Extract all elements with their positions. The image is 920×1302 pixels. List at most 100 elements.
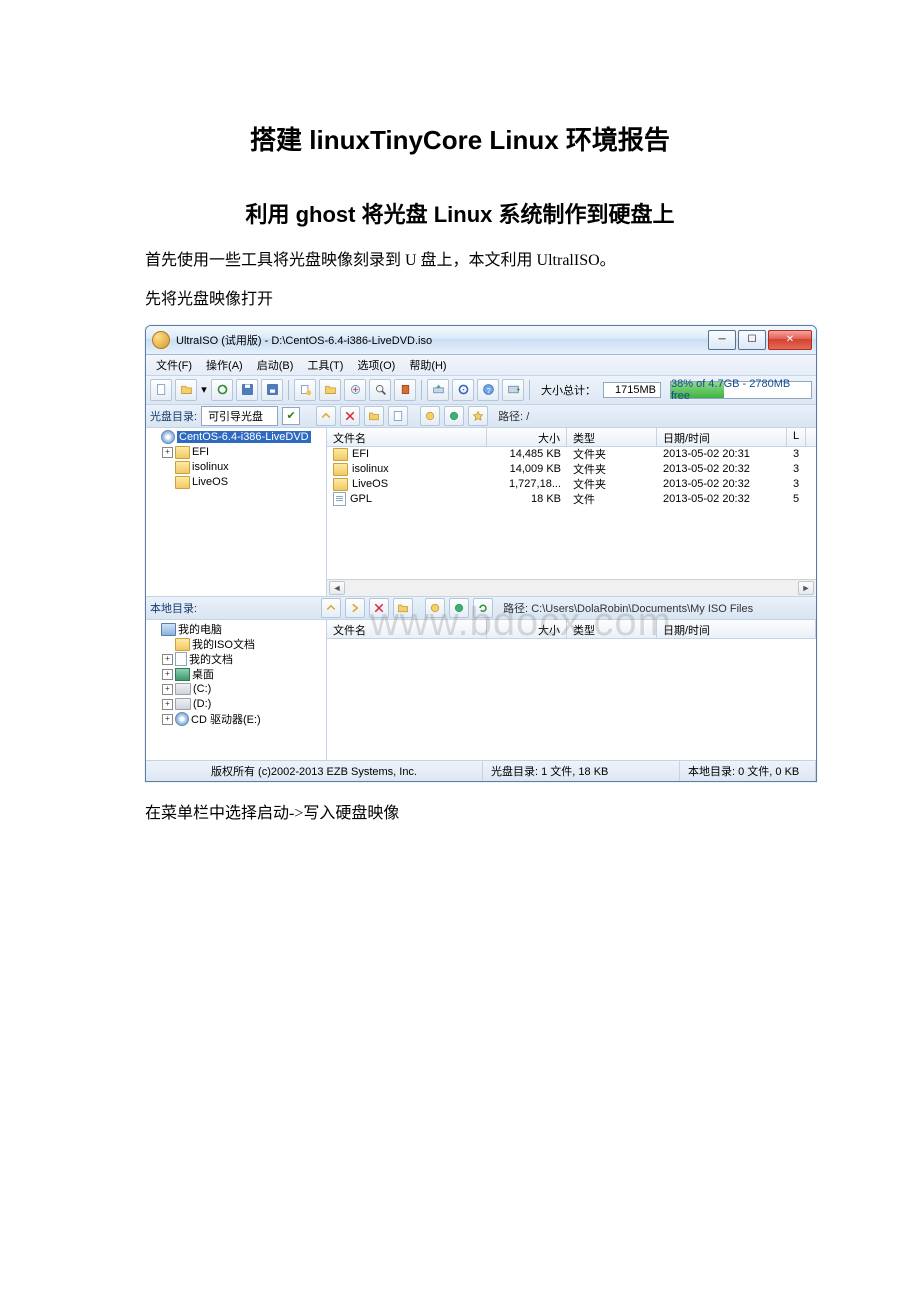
col-type[interactable]: 类型 <box>567 620 657 638</box>
local-options-icon[interactable] <box>449 598 469 618</box>
app-icon <box>152 331 170 349</box>
doc-subtitle: 利用 ghost 将光盘 Linux 系统制作到硬盘上 <box>145 197 775 229</box>
saveas-icon[interactable] <box>261 379 283 401</box>
boot-type-combo[interactable]: 可引导光盘 <box>201 406 278 426</box>
folder-icon <box>333 448 348 461</box>
folder-icon <box>175 461 190 474</box>
desktop-icon <box>175 668 190 681</box>
paragraph-1: 首先使用一些工具将光盘映像刻录到 U 盘上，本文利用 UltralISO。 <box>145 247 775 276</box>
label-icon[interactable] <box>420 406 440 426</box>
col-type[interactable]: 类型 <box>567 428 657 446</box>
compress-icon[interactable] <box>394 379 416 401</box>
folder-icon <box>175 446 190 459</box>
folder-icon <box>175 476 190 489</box>
cd-file-list[interactable]: 文件名 大小 类型 日期/时间 L EFI14,485 KB文件夹2013-05… <box>327 428 816 596</box>
tree-item: LiveOS <box>148 475 324 490</box>
close-button[interactable]: ✕ <box>768 330 812 350</box>
scroll-left-icon: ◄ <box>329 581 345 595</box>
search-icon[interactable] <box>369 379 391 401</box>
local-path-value: C:\Users\DolaRobin\Documents\My ISO File… <box>531 603 753 615</box>
local-pane-bar: 本地目录: 路径: C:\Users\DolaRobin\Documents\M… <box>146 597 816 620</box>
menu-action[interactable]: 操作(A) <box>200 355 249 375</box>
menu-tools[interactable]: 工具(T) <box>301 355 349 375</box>
list-row[interactable]: isolinux14,009 KB文件夹2013-05-02 20:323 <box>327 462 816 477</box>
expand-icon: + <box>162 699 173 710</box>
local-path-label: 路径: <box>503 603 528 615</box>
tree-root: 我的电脑 <box>148 622 324 637</box>
options-icon[interactable] <box>444 406 464 426</box>
documents-icon <box>175 652 187 666</box>
list-row[interactable]: LiveOS1,727,18...文件夹2013-05-02 20:323 <box>327 477 816 492</box>
tree-item: +我的文档 <box>148 652 324 667</box>
cd-dir-label: 光盘目录: <box>150 408 197 424</box>
folder-icon <box>333 478 348 491</box>
maximize-button[interactable]: ☐ <box>738 330 766 350</box>
local-file-list[interactable]: 文件名 大小 类型 日期/时间 <box>327 620 816 760</box>
add-folder-icon[interactable] <box>319 379 341 401</box>
cdrom-icon <box>175 712 189 726</box>
folder-icon <box>175 638 190 651</box>
expand-icon: + <box>162 447 173 458</box>
computer-icon <box>161 623 176 636</box>
ultraiso-window: UltraISO (试用版) - D:\CentOS-6.4-i386-Live… <box>145 325 817 782</box>
col-name[interactable]: 文件名 <box>327 428 487 446</box>
menu-boot[interactable]: 启动(B) <box>251 355 300 375</box>
size-total-value: 1715MB <box>603 382 661 398</box>
capacity-bar: 38% of 4.7GB - 2780MB free <box>670 381 812 399</box>
reload-icon[interactable] <box>211 379 233 401</box>
minimize-button[interactable]: ─ <box>708 330 736 350</box>
col-date[interactable]: 日期/时间 <box>657 428 787 446</box>
col-size[interactable]: 大小 <box>487 620 567 638</box>
add-files-icon[interactable] <box>294 379 316 401</box>
titlebar: UltraISO (试用版) - D:\CentOS-6.4-i386-Live… <box>146 326 816 355</box>
local-tree[interactable]: 我的电脑 我的ISO文档 +我的文档 +桌面 +(C:) +(D:) +CD 驱… <box>146 620 327 760</box>
expand-icon: + <box>162 654 173 665</box>
dropdown-arrow-icon[interactable]: ▾ <box>200 380 208 400</box>
tree-item: +(C:) <box>148 682 324 697</box>
local-label-icon[interactable] <box>425 598 445 618</box>
col-size[interactable]: 大小 <box>487 428 567 446</box>
local-up-icon[interactable] <box>321 598 341 618</box>
save-icon[interactable] <box>236 379 258 401</box>
status-local: 本地目录: 0 文件, 0 KB <box>680 761 816 781</box>
cd-path-value: / <box>526 411 529 423</box>
local-refresh-icon[interactable] <box>473 598 493 618</box>
tree-item: +桌面 <box>148 667 324 682</box>
delete-icon[interactable] <box>340 406 360 426</box>
statusbar: 版权所有 (c)2002-2013 EZB Systems, Inc. 光盘目录… <box>146 761 816 781</box>
bookmark-icon[interactable] <box>468 406 488 426</box>
local-delete-icon[interactable] <box>369 598 389 618</box>
menu-help[interactable]: 帮助(H) <box>403 355 452 375</box>
list-row[interactable]: GPL18 KB文件2013-05-02 20:325 <box>327 492 816 507</box>
expand-icon: + <box>162 714 173 725</box>
drive-icon <box>175 698 191 710</box>
burn-icon[interactable] <box>452 379 474 401</box>
col-date[interactable]: 日期/时间 <box>657 620 816 638</box>
hscrollbar[interactable]: ◄ ► <box>327 579 816 596</box>
cd-pane-bar: 光盘目录: 可引导光盘 ✔ 路径: / <box>146 405 816 428</box>
expand-icon: + <box>162 669 173 680</box>
tree-item: isolinux <box>148 460 324 475</box>
newfolder-icon[interactable] <box>364 406 384 426</box>
tree-root: CentOS-6.4-i386-LiveDVD <box>148 430 324 445</box>
virtual-drive-icon[interactable] <box>502 379 524 401</box>
tree-item: 我的ISO文档 <box>148 637 324 652</box>
drive-icon <box>175 683 191 695</box>
cd-tree[interactable]: CentOS-6.4-i386-LiveDVD +EFI isolinux Li… <box>146 428 327 596</box>
open-icon[interactable] <box>175 379 197 401</box>
new-icon[interactable] <box>150 379 172 401</box>
up-icon[interactable] <box>316 406 336 426</box>
extract-icon[interactable] <box>344 379 366 401</box>
col-name[interactable]: 文件名 <box>327 620 487 638</box>
local-newfolder-icon[interactable] <box>393 598 413 618</box>
scroll-right-icon: ► <box>798 581 814 595</box>
properties-icon[interactable] <box>388 406 408 426</box>
local-forward-icon[interactable] <box>345 598 365 618</box>
col-extra[interactable]: L <box>787 428 806 446</box>
menu-options[interactable]: 选项(O) <box>351 355 401 375</box>
checksum-icon[interactable]: ? <box>477 379 499 401</box>
bootable-check-icon[interactable]: ✔ <box>282 407 300 425</box>
list-row[interactable]: EFI14,485 KB文件夹2013-05-02 20:313 <box>327 447 816 462</box>
menu-file[interactable]: 文件(F) <box>150 355 198 375</box>
mount-icon[interactable] <box>427 379 449 401</box>
